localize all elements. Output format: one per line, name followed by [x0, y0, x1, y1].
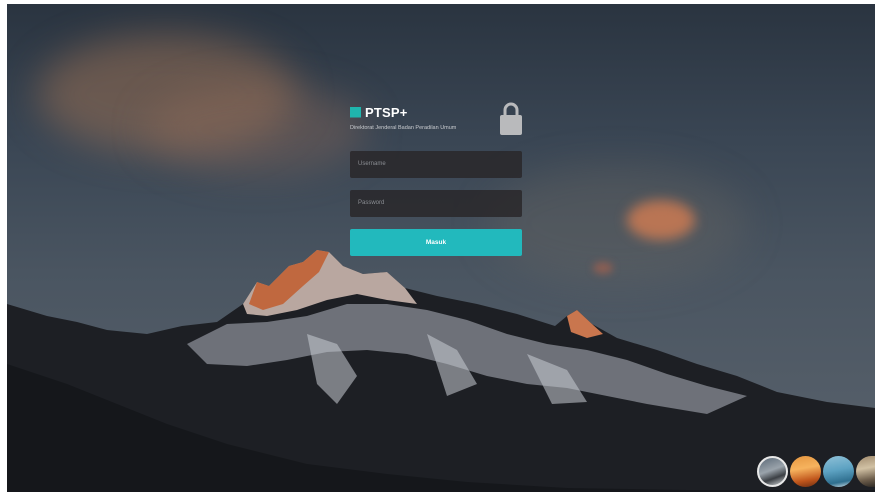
- login-screen: PTSP+ Direktorat Jenderal Badan Peradila…: [7, 4, 875, 492]
- brand-name: PTSP+: [365, 104, 408, 120]
- brand-subtitle: Direktorat Jenderal Badan Peradilan Umum: [350, 125, 457, 131]
- lock-icon: [500, 102, 522, 135]
- ptsp-logo-icon: [350, 106, 361, 118]
- background-thumbnail[interactable]: [757, 456, 788, 487]
- username-input[interactable]: Username: [350, 151, 522, 178]
- login-panel: PTSP+ Direktorat Jenderal Badan Peradila…: [350, 102, 522, 256]
- brand: PTSP+: [350, 102, 522, 122]
- background-thumbnail[interactable]: [823, 456, 854, 487]
- background-thumbnail[interactable]: [790, 456, 821, 487]
- background-thumbnail[interactable]: [856, 456, 875, 487]
- password-input[interactable]: Password: [350, 190, 522, 217]
- login-button[interactable]: Masuk: [350, 229, 522, 256]
- background-picker: [757, 456, 875, 487]
